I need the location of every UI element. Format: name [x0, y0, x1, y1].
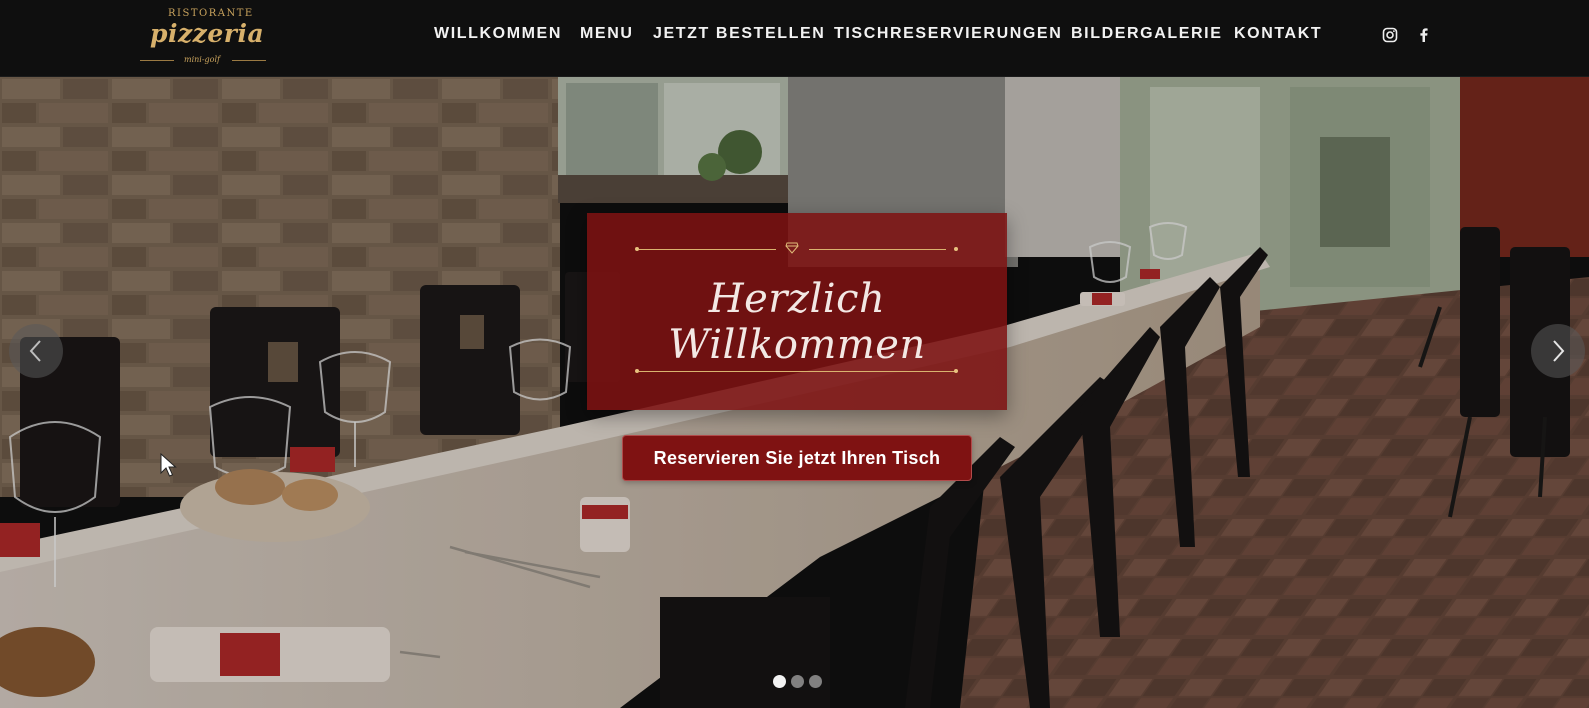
nav-item-tischreservierungen[interactable]: TISCHRESERVIERUNGEN [834, 25, 1062, 43]
ornament-dot [954, 369, 958, 373]
facebook-icon[interactable] [1415, 26, 1433, 44]
instagram-icon[interactable] [1381, 26, 1399, 44]
ornament-dot [954, 247, 958, 251]
site-logo[interactable]: RISTORANTE pizzeria mini-golf [138, 6, 274, 68]
logo-divider [140, 60, 174, 61]
ornament-line [639, 249, 776, 250]
slider-dot-3[interactable] [809, 675, 822, 688]
ornament-line [809, 249, 946, 250]
reserve-table-button[interactable]: Reservieren Sie jetzt Ihren Tisch [622, 435, 972, 481]
hero-slider: Herzlich Willkommen Reservieren Sie jetz… [0, 77, 1589, 708]
nav-item-willkommen[interactable]: WILLKOMMEN [434, 25, 562, 43]
slider-prev-button[interactable] [9, 324, 63, 378]
slider-dot-2[interactable] [791, 675, 804, 688]
chevron-right-icon [1553, 340, 1565, 362]
nav-item-jetzt-bestellen[interactable]: JETZT BESTELLEN [653, 25, 825, 43]
ornament-line [639, 371, 955, 372]
logo-sub-text: mini-golf [184, 55, 221, 64]
slider-next-button[interactable] [1531, 324, 1585, 378]
nav-item-bildergalerie[interactable]: BILDERGALERIE [1071, 25, 1222, 43]
diamond-icon [785, 242, 799, 254]
hero-title: Herzlich Willkommen [668, 276, 926, 368]
slider-pagination [770, 675, 830, 689]
logo-top-text: RISTORANTE [168, 8, 254, 19]
nav-item-menu[interactable]: MENU [580, 25, 634, 43]
slider-dot-1[interactable] [773, 675, 786, 688]
site-header: RISTORANTE pizzeria mini-golf WILLKOMMEN… [0, 0, 1589, 77]
logo-main-text: pizzeria [150, 19, 265, 48]
welcome-box: Herzlich Willkommen [587, 213, 1007, 410]
mouse-cursor-icon [160, 453, 177, 477]
chevron-left-icon [29, 340, 41, 362]
logo-divider [232, 60, 266, 61]
nav-item-kontakt[interactable]: KONTAKT [1234, 25, 1322, 43]
